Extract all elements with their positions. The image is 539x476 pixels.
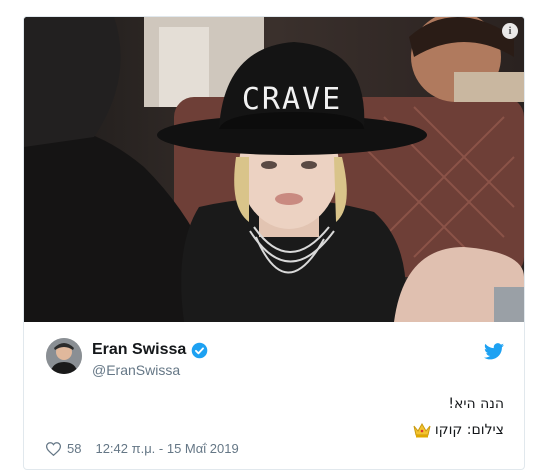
like-count[interactable]: 58 <box>67 441 81 456</box>
author-handle[interactable]: @EranSwissa <box>92 362 180 378</box>
tweet-text-line: הנה היא! <box>413 394 504 414</box>
verified-badge-icon <box>191 342 208 358</box>
tweet-text-line: צילום: קוקו <box>413 420 504 440</box>
avatar[interactable] <box>46 338 82 374</box>
info-icon[interactable]: i <box>502 23 518 39</box>
twitter-bird-icon[interactable] <box>484 343 504 360</box>
tweet-text-line2: צילום: קוקו <box>434 422 504 438</box>
tweet-text-line1: הנה היא! <box>448 396 504 412</box>
crown-emoji-icon <box>413 422 431 438</box>
timestamp-link[interactable]: 12:42 π.μ. - 15 Μαΐ 2019 <box>95 441 238 456</box>
heart-icon[interactable] <box>46 441 61 456</box>
author-name[interactable]: Eran Swissa <box>92 341 186 359</box>
tweet-text: הנה היא! צילום: קוקו <box>413 394 504 440</box>
tweet-photo[interactable]: CRAVE i <box>24 17 524 322</box>
tweet-footer: 58 12:42 π.μ. - 15 Μαΐ 2019 <box>46 441 239 456</box>
embedded-tweet-card[interactable]: CRAVE i Eran Swissa @EranSwissa הנה היא!… <box>23 16 525 470</box>
hat-text: CRAVE <box>242 82 342 117</box>
